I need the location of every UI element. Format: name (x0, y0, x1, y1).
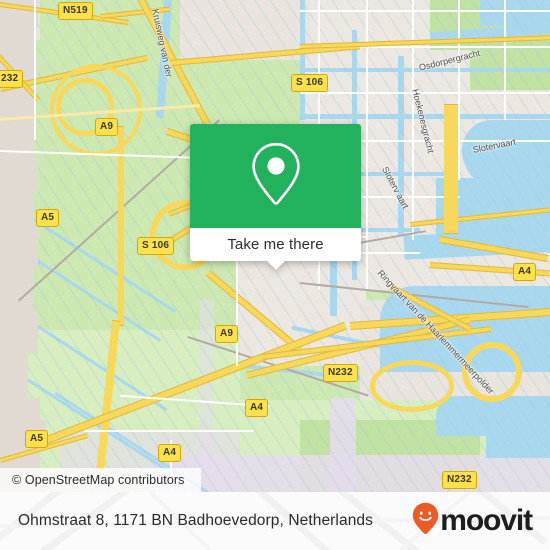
callout-header (190, 124, 361, 228)
location-callout-card[interactable]: Take me there (190, 124, 361, 270)
map-canvas[interactable]: N519 232 A9 S 106 A5 S 106 A9 N232 A4 A4 A5 A4 N232 … (0, 0, 550, 492)
map-place-label: Kruisweg van der (150, 8, 175, 79)
moovit-smiley-pin-icon (412, 502, 439, 540)
map-place-label: Slotervaart (472, 136, 517, 155)
moovit-wordmark: moovit (440, 504, 533, 537)
map-place-label: Ringvaart van de Haarlemmermeerpolder (375, 268, 496, 396)
map-attribution[interactable]: © OpenStreetMap contributors (0, 468, 201, 492)
take-me-there-label: Take me there (227, 236, 324, 253)
map-place-label: Osdorpergracht (418, 47, 482, 73)
attribution-text: © OpenStreetMap contributors (12, 473, 185, 487)
footer-bar: Ohmstraat 8, 1171 BN Badhoevedorp, Nethe… (0, 492, 550, 550)
moovit-brand-logo[interactable]: moovit (412, 502, 533, 540)
location-address: Ohmstraat 8, 1171 BN Badhoevedorp, Nethe… (18, 512, 373, 529)
callout-footer[interactable]: Take me there (190, 228, 361, 270)
callout-pointer-tail (266, 261, 285, 270)
map-place-label: Hoekenesgracht (410, 88, 436, 155)
map-screenshot: N519 232 A9 S 106 A5 S 106 A9 N232 A4 A4 A5 A4 N232 … (0, 0, 550, 550)
map-place-label: Sloterv aart (380, 165, 411, 211)
map-pin-icon (250, 141, 302, 212)
